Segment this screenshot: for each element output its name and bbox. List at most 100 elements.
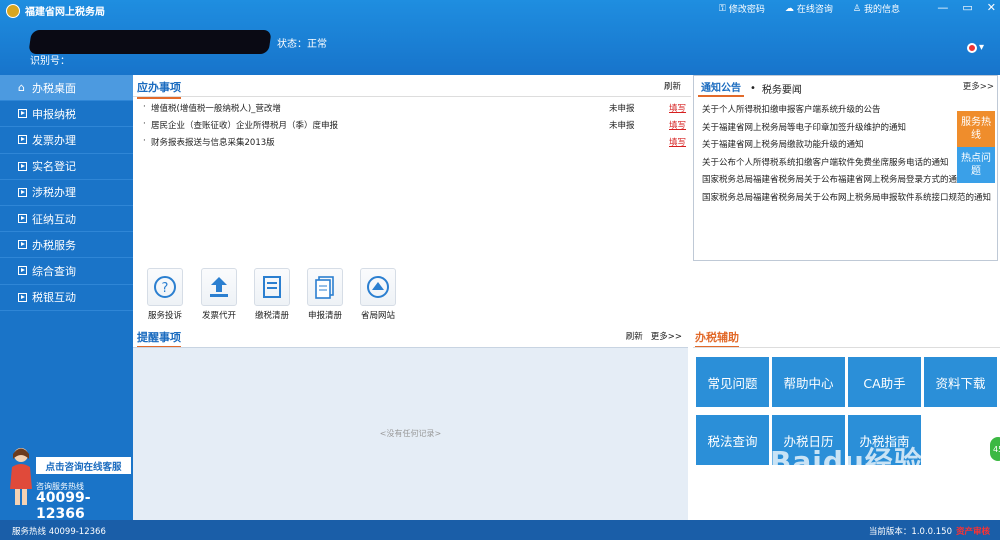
footer-right: 当前版本：1.0.0.150 资产审核 [869,525,990,537]
notice-item[interactable]: 关于个人所得税扣缴申报客户端系统升级的公告 [702,103,992,121]
user-menu[interactable]: ▾ [966,42,984,53]
sidebar-item-desktop[interactable]: 办税桌面 [0,75,133,102]
maximize-icon[interactable]: ▭ [962,1,972,14]
arrow-right-icon [18,292,27,302]
user-icon: ♙ [852,3,861,14]
bullet-icon: · [143,136,146,146]
arrow-right-icon [18,109,27,119]
quick-bureau-site[interactable]: 省局网站 [358,268,398,321]
hot-questions-button[interactable]: 热点问题 [957,147,995,183]
empty-state-text: <没有任何记录> [379,429,442,438]
quick-label: 服务投诉 [147,311,182,321]
sidebar-item-invoice[interactable]: 发票办理 [0,127,133,154]
notice-more-link[interactable]: 更多>> [963,80,994,92]
notice-list: 关于个人所得税扣缴申报客户端系统升级的公告 关于福建省网上税务局等电子印章加签升… [702,103,992,209]
quick-invoice[interactable]: 发票代开 [199,268,239,321]
bullet-icon: • [750,82,756,94]
home-icon [18,83,27,92]
top-nav: ⚿ 修改密码 ☁ 在线咨询 ♙ 我的信息 [719,2,900,16]
assist-title: 办税辅助 [695,329,739,348]
tile-help-center[interactable]: 帮助中心 [772,357,845,407]
online-consult-link[interactable]: ☁ 在线咨询 [784,2,833,16]
sidebar-item-declare[interactable]: 申报纳税 [0,101,133,128]
remind-list: <没有任何记录> [133,347,688,520]
quick-complaint[interactable]: ? 服务投诉 [145,268,185,321]
tile-tax-law[interactable]: 税法查询 [696,415,769,465]
todo-refresh-link[interactable]: 刷新 [664,80,681,92]
service-hotline-button[interactable]: 服务热线 [957,111,995,147]
todo-fill-link[interactable]: 填写 [669,119,686,131]
key-icon: ⚿ [719,3,726,14]
notice-panel: 通知公告 • 税务要闻 更多>> 关于个人所得税扣缴申报客户端系统升级的公告 关… [693,75,998,261]
todo-item-text: 居民企业（查账征收）企业所得税月（季）度申报 [151,121,339,131]
quick-tax-list[interactable]: 缴税清册 [252,268,292,321]
notice-item[interactable]: 国家税务总局福建省税务局关于公布网上税务局申报软件系统接口规范的通知 [702,191,992,209]
sidebar-item-tax-bank[interactable]: 税银互动 [0,285,133,311]
sidebar-item-interaction[interactable]: 征纳互动 [0,206,133,233]
todo-item-status: 未申报 [609,104,635,114]
arrow-right-icon [18,135,27,145]
change-password-label: 修改密码 [728,5,765,15]
update-link[interactable]: 资产审核 [956,525,990,537]
todo-item-text: 增值税(增值税一般纳税人)_营改增 [151,104,281,114]
todo-panel: 应办事项 刷新 · 增值税(增值税一般纳税人)_营改增 未申报 填写 · 居民企… [133,75,691,255]
close-icon[interactable]: ✕ [987,1,996,14]
arrow-right-icon [18,161,27,171]
quick-label: 缴税清册 [254,311,289,321]
sidebar-item-query[interactable]: 综合查询 [0,258,133,285]
todo-row: · 居民企业（查账征收）企业所得税月（季）度申报 未申报 填写 [143,119,688,133]
consult-panel: 点击咨询在线客服 咨询服务热线 40099-12366 [8,445,131,522]
sidebar-item-label: 实名登记 [32,160,76,174]
todo-fill-link[interactable]: 填写 [669,136,686,148]
sidebar-item-realname[interactable]: 实名登记 [0,154,133,180]
sidebar-item-service[interactable]: 办税服务 [0,232,133,259]
sidebar-item-tax-affairs[interactable]: 涉税办理 [0,180,133,206]
account-status: 状态：正常 [277,39,327,50]
tile-faq[interactable]: 常见问题 [696,357,769,407]
quick-declare-list[interactable]: 申报清册 [305,268,345,321]
remind-refresh-link[interactable]: 刷新 [626,330,643,342]
divider [133,96,691,97]
change-password-link[interactable]: ⚿ 修改密码 [719,2,765,16]
sidebar-item-label: 征纳互动 [32,212,76,226]
notice-item[interactable]: 关于福建省网上税务局缴款功能升级的通知 [702,138,992,156]
chat-icon: ☁ [784,3,794,14]
tab-tax-news[interactable]: 税务要闻 [762,81,802,96]
tab-notice[interactable]: 通知公告 [698,79,744,97]
chevron-down-icon: ▾ [978,42,984,53]
svg-text:?: ? [162,281,169,296]
todo-fill-link[interactable]: 填写 [669,102,686,114]
header: 福建省网上税务局 ⚿ 修改密码 ☁ 在线咨询 ♙ 我的信息 — ▭ ✕ 状态：正… [0,0,1000,75]
my-info-label: 我的信息 [863,5,900,15]
sidebar-item-label: 综合查询 [32,264,76,278]
user-avatar-icon [966,42,977,53]
app-title: 福建省网上税务局 [6,3,105,18]
quick-label: 发票代开 [201,311,236,321]
todo-row: · 财务报表报送与信息采集2013版 填写 [143,136,688,150]
bullet-icon: · [143,102,146,112]
watermark-url: jingyan.baidu.com [832,485,925,496]
footer-hotline: 服务热线 40099-12366 [12,527,106,537]
todo-row: · 增值税(增值税一般纳税人)_营改增 未申报 填写 [143,102,688,116]
sidebar-item-label: 办税桌面 [32,81,76,95]
invoice-icon [201,268,237,306]
tax-list-icon [254,268,290,306]
redacted-company-name [28,30,272,54]
notice-item[interactable]: 关于公布个人所得税系统扣缴客户端软件免费坐席服务电话的通知 [702,156,992,174]
my-info-link[interactable]: ♙ 我的信息 [852,2,900,16]
app-title-text: 福建省网上税务局 [25,7,105,18]
minimize-icon[interactable]: — [937,1,948,14]
notice-item[interactable]: 关于福建省网上税务局等电子印章加签升级维护的通知 [702,121,992,139]
online-consult-button[interactable]: 点击咨询在线客服 [36,457,131,474]
todo-item-status: 未申报 [609,121,635,131]
watermark-logo: Baidu经验 [770,445,923,478]
arrow-right-icon [18,240,27,250]
tile-ca-assistant[interactable]: CA助手 [848,357,921,407]
arrow-right-icon [18,214,27,224]
notice-item[interactable]: 国家税务总局福建省税务局关于公布福建省网上税务局登录方式的通知 [702,173,992,191]
online-consult-label: 在线咨询 [796,5,833,15]
remind-more-link[interactable]: 更多>> [651,330,682,342]
tile-downloads[interactable]: 资料下载 [924,357,997,407]
counter-badge[interactable]: 45 [988,435,1000,463]
complaint-icon: ? [147,268,183,306]
